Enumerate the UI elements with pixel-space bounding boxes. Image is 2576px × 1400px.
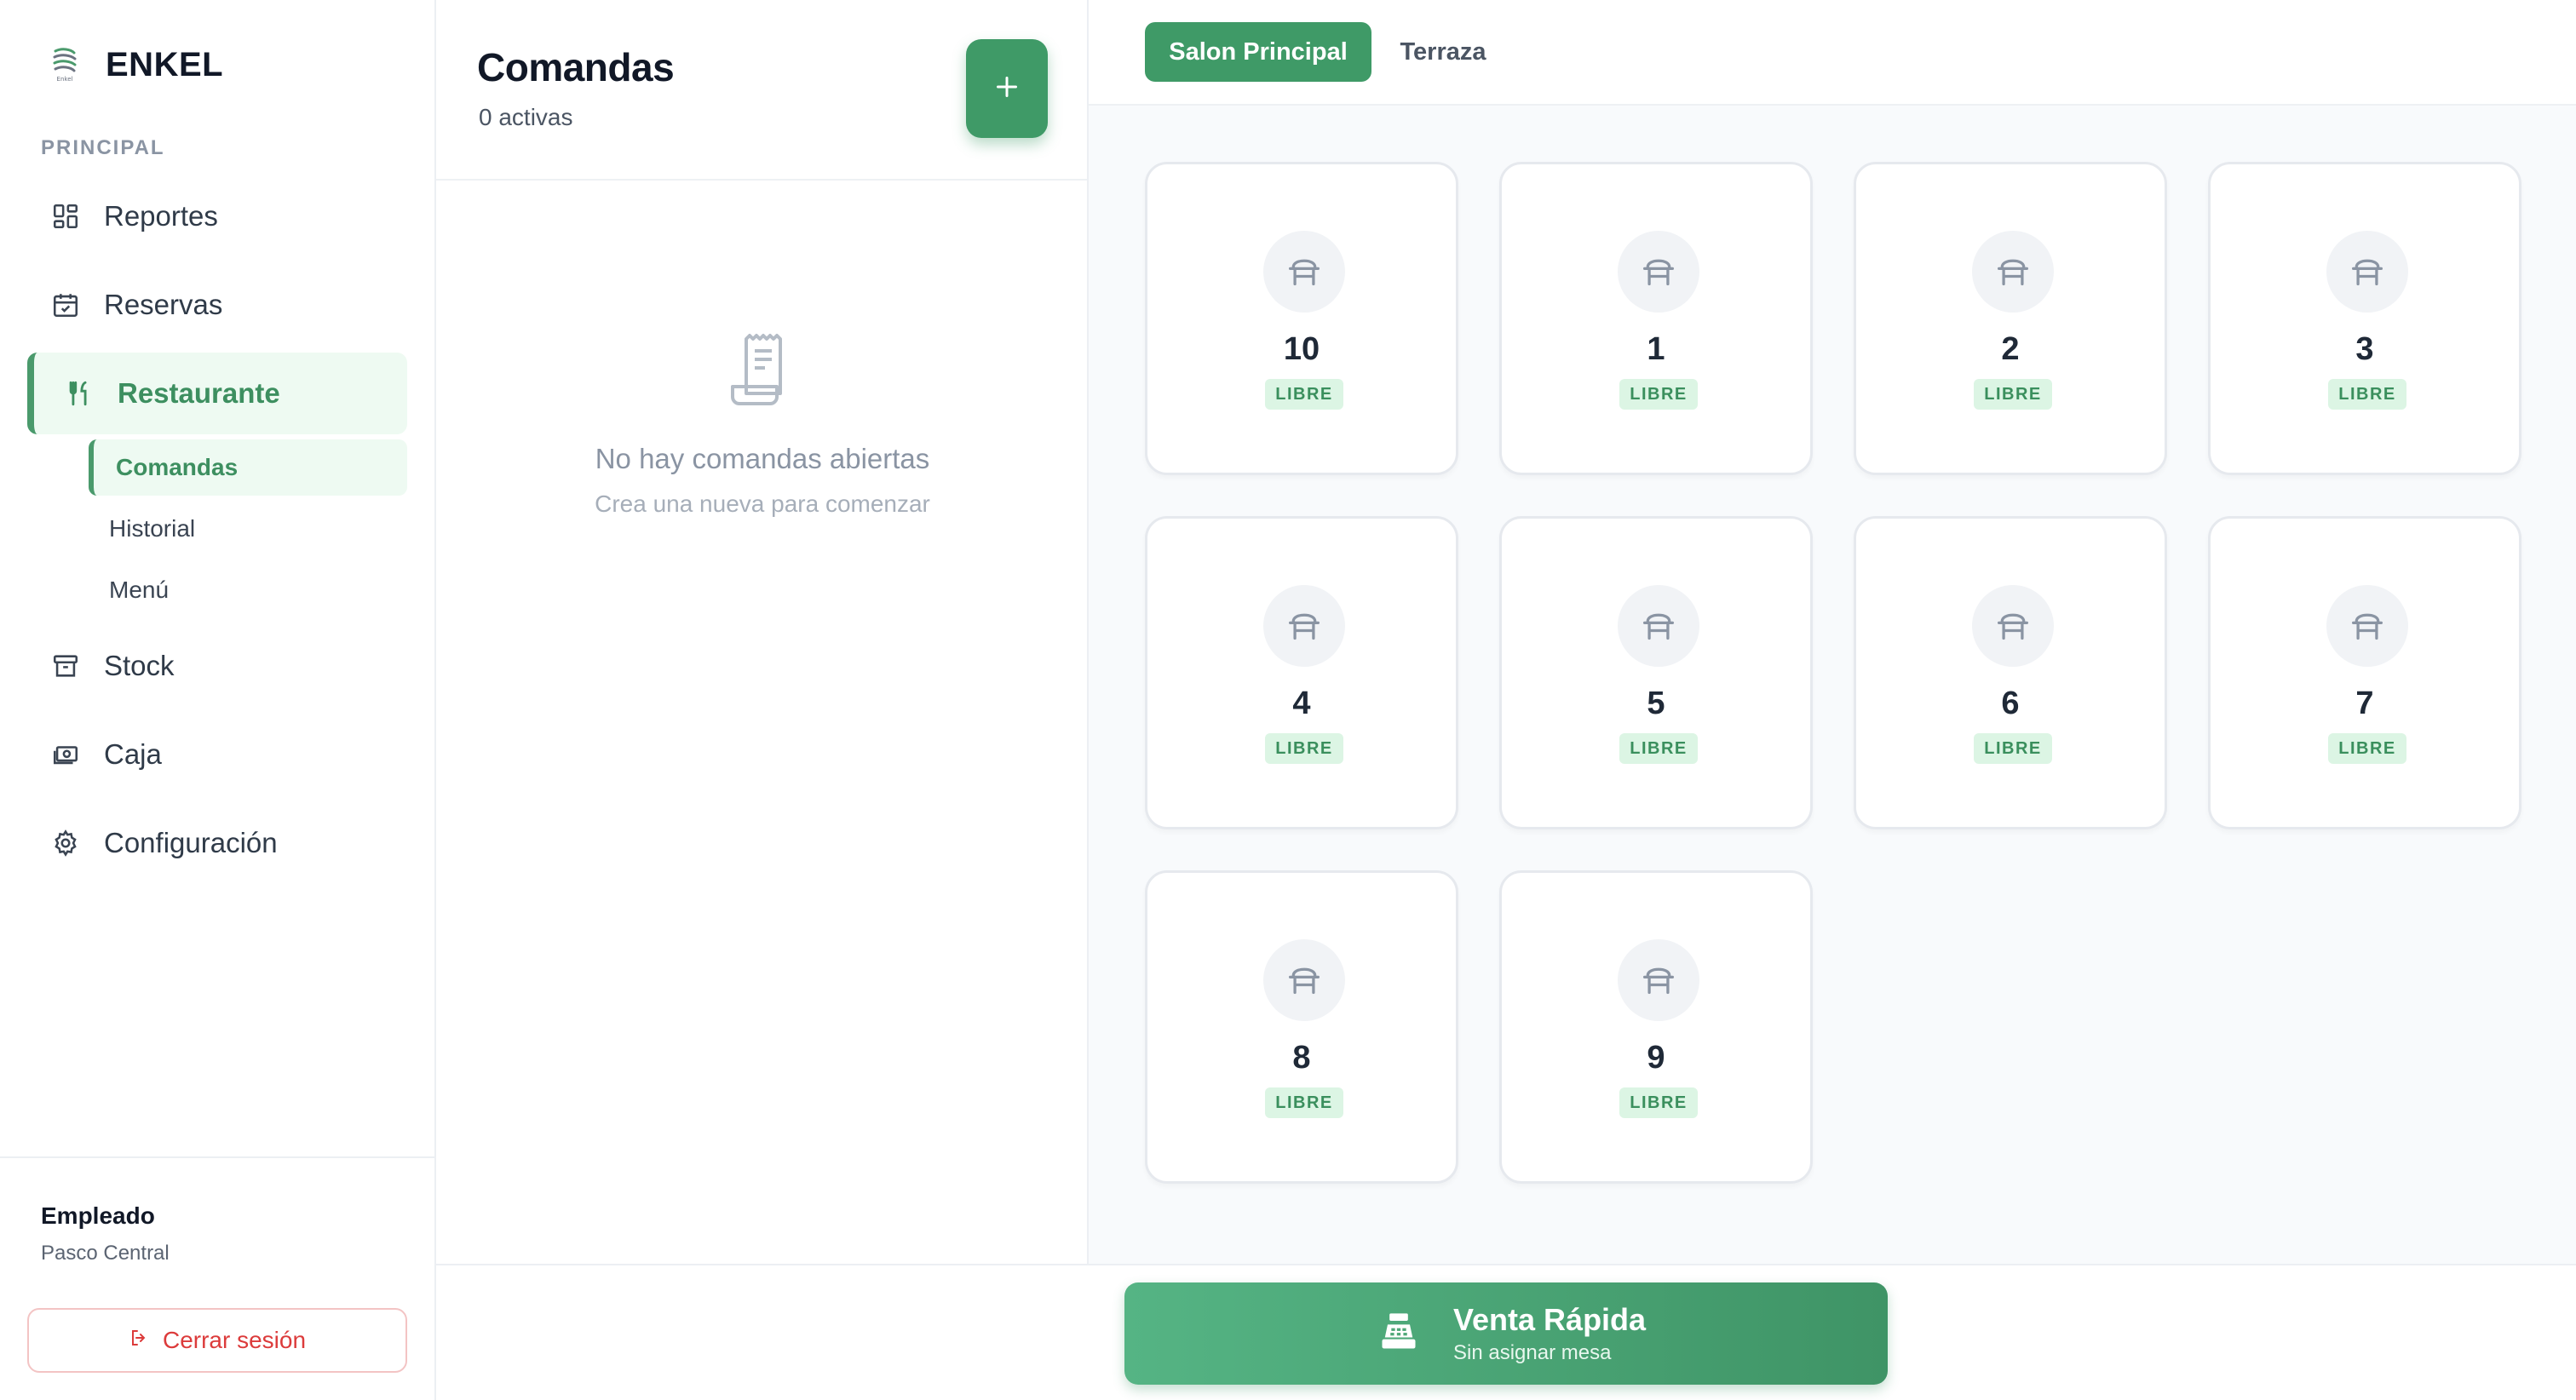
- tab-salon-principal[interactable]: Salon Principal: [1145, 22, 1371, 82]
- tables-area: Salon Principal Terraza 10 LIBRE 1 LIBRE 2 LI…: [1089, 0, 2576, 1264]
- table-number: 1: [1647, 331, 1665, 367]
- fork-knife-icon: [63, 377, 95, 410]
- orders-panel: Comandas 0 activas No hay comandas abier…: [436, 0, 1089, 1264]
- sidebar-item-label: Configuración: [104, 827, 278, 858]
- sidebar-subitem-comandas[interactable]: Comandas: [89, 439, 407, 496]
- sidebar: Enkel ENKEL PRINCIPAL Reportes Reservas: [0, 0, 436, 1400]
- table-status-badge: LIBRE: [1265, 1087, 1343, 1118]
- logout-button[interactable]: Cerrar sesión: [27, 1308, 407, 1373]
- quick-sale-text: Venta Rápida Sin asignar mesa: [1453, 1302, 1646, 1365]
- orders-header: Comandas 0 activas: [436, 0, 1087, 181]
- user-role: Empleado: [41, 1202, 155, 1229]
- table-icon: [1972, 231, 2054, 313]
- gear-icon: [49, 827, 82, 859]
- quick-sale-subtitle: Sin asignar mesa: [1453, 1341, 1612, 1364]
- empty-state-subtitle: Crea una nueva para comenzar: [595, 491, 930, 517]
- table-number: 5: [1647, 686, 1665, 721]
- table-icon: [1618, 939, 1699, 1021]
- table-number: 7: [2355, 686, 2374, 721]
- table-card[interactable]: 8 LIBRE: [1145, 870, 1458, 1184]
- calendar-check-icon: [49, 289, 82, 321]
- table-number: 2: [2001, 331, 2020, 367]
- sidebar-footer-divider: [0, 1156, 434, 1158]
- table-status-badge: LIBRE: [1974, 379, 2052, 410]
- empty-state-title: No hay comandas abiertas: [595, 443, 930, 474]
- sidebar-item-label: Restaurante: [118, 377, 280, 409]
- table-card[interactable]: 7 LIBRE: [2208, 516, 2521, 829]
- plus-icon: [992, 72, 1022, 106]
- brand-name: ENKEL: [106, 45, 224, 83]
- sidebar-item-configuracion[interactable]: Configuración: [27, 802, 407, 884]
- table-status-badge: LIBRE: [1265, 379, 1343, 410]
- add-order-button[interactable]: [966, 39, 1048, 138]
- user-location: Pasco Central: [41, 1242, 170, 1265]
- table-card[interactable]: 10 LIBRE: [1145, 162, 1458, 475]
- table-card[interactable]: 4 LIBRE: [1145, 516, 1458, 829]
- dashboard-grid-icon: [49, 200, 82, 232]
- table-number: 6: [2001, 686, 2020, 721]
- table-icon: [1618, 585, 1699, 667]
- table-number: 3: [2355, 331, 2374, 367]
- logo-text: Enkel: [57, 76, 73, 83]
- table-status-badge: LIBRE: [1619, 379, 1698, 410]
- section-label: PRINCIPAL: [41, 136, 165, 159]
- table-card[interactable]: 5 LIBRE: [1499, 516, 1813, 829]
- table-status-badge: LIBRE: [2328, 379, 2406, 410]
- sidebar-item-label: Stock: [104, 650, 175, 681]
- table-icon: [1263, 585, 1345, 667]
- sidebar-item-reservas[interactable]: Reservas: [27, 264, 407, 346]
- cash-icon: [49, 738, 82, 771]
- table-icon: [2326, 231, 2408, 313]
- table-number: 9: [1647, 1040, 1665, 1076]
- logout-label: Cerrar sesión: [162, 1327, 307, 1353]
- table-icon: [1263, 231, 1345, 313]
- active-orders-count: 0 activas: [479, 104, 573, 130]
- sidebar-item-label: Caja: [104, 738, 162, 770]
- sidebar-item-label: Reportes: [104, 200, 218, 232]
- sidebar-item-label: Reservas: [104, 289, 223, 320]
- brand[interactable]: Enkel ENKEL: [48, 44, 223, 85]
- table-card[interactable]: 2 LIBRE: [1854, 162, 2167, 475]
- quick-sale-title: Venta Rápida: [1453, 1302, 1647, 1337]
- table-status-badge: LIBRE: [1619, 1087, 1698, 1118]
- sidebar-item-reportes[interactable]: Reportes: [27, 175, 407, 257]
- sidebar-item-caja[interactable]: Caja: [27, 714, 407, 795]
- table-status-badge: LIBRE: [2328, 733, 2406, 764]
- table-card[interactable]: 9 LIBRE: [1499, 870, 1813, 1184]
- table-status-badge: LIBRE: [1974, 733, 2052, 764]
- table-card[interactable]: 1 LIBRE: [1499, 162, 1813, 475]
- table-number: 4: [1292, 686, 1311, 721]
- table-icon: [1972, 585, 2054, 667]
- sidebar-subitem-historial[interactable]: Historial: [89, 501, 407, 557]
- table-icon: [2326, 585, 2408, 667]
- sidebar-subitem-menu[interactable]: Menú: [89, 562, 407, 618]
- table-card[interactable]: 3 LIBRE: [2208, 162, 2521, 475]
- enkel-logo-icon: Enkel: [48, 44, 82, 85]
- page-title: Comandas: [477, 45, 675, 89]
- bottom-bar: Venta Rápida Sin asignar mesa: [436, 1264, 2576, 1400]
- receipt-icon: [726, 332, 797, 409]
- table-number: 8: [1292, 1040, 1311, 1076]
- table-icon: [1618, 231, 1699, 313]
- table-card[interactable]: 6 LIBRE: [1854, 516, 2167, 829]
- sidebar-item-stock[interactable]: Stock: [27, 625, 407, 707]
- quick-sale-button[interactable]: Venta Rápida Sin asignar mesa: [1124, 1282, 1888, 1385]
- table-icon: [1263, 939, 1345, 1021]
- sidebar-item-restaurante[interactable]: Restaurante: [27, 353, 407, 434]
- tab-terraza[interactable]: Terraza: [1383, 22, 1503, 82]
- table-status-badge: LIBRE: [1265, 733, 1343, 764]
- table-number: 10: [1283, 331, 1320, 367]
- cash-register-icon: [1377, 1310, 1421, 1358]
- archive-box-icon: [49, 650, 82, 682]
- area-tabs: Salon Principal Terraza: [1089, 0, 2576, 106]
- table-status-badge: LIBRE: [1619, 733, 1698, 764]
- logout-icon: [129, 1327, 149, 1354]
